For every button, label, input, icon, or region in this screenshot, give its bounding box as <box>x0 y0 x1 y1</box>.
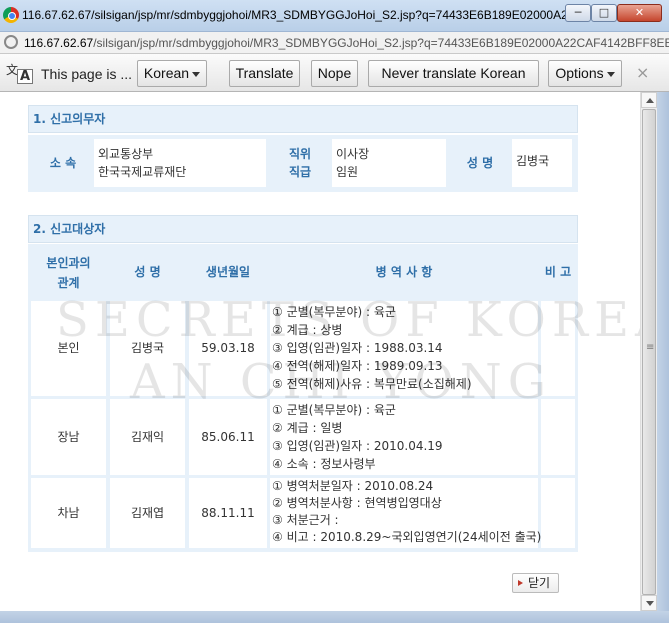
service-detail-line: ② 계급 : 일병 <box>272 421 343 435</box>
page-info-icon[interactable] <box>4 35 18 49</box>
relation-cell: 장남 <box>31 399 106 475</box>
page-content: 1. 신고의무자 소 속 외교통상부 한국국제교류재단 직위 직급 이사장 임원… <box>0 92 640 611</box>
language-dropdown[interactable]: Korean <box>137 60 207 87</box>
remarks-cell <box>541 301 575 396</box>
translate-button[interactable]: Translate <box>229 60 300 87</box>
remarks-cell <box>541 399 575 475</box>
affiliation-header: 소 속 <box>34 139 92 187</box>
subject-name-cell: 김재익 <box>110 399 185 475</box>
position-line: 이사장 <box>336 147 370 161</box>
service-detail-line: ④ 비고 : 2010.8.29~국외입영연기(24세이전 출국) <box>272 530 542 544</box>
position-header-line: 직위 <box>288 147 312 161</box>
subject-name-cell: 김병국 <box>110 301 185 396</box>
birth-date-cell: 88.11.11 <box>189 478 267 548</box>
relation-cell: 차남 <box>31 478 106 548</box>
military-service-header: 병 역 사 항 <box>270 247 538 297</box>
translate-infobar: 文A This page is ... Korean Translate Nop… <box>0 54 669 92</box>
address-bar[interactable]: 116.67.62.67/silsigan/jsp/mr/sdmbyggjoho… <box>0 32 669 54</box>
position-header-line: 직급 <box>288 165 312 179</box>
relation-header: 본인과의 관계 <box>31 247 106 297</box>
url-host: 116.67.62.67 <box>24 36 94 50</box>
service-detail-line: ① 병역처분일자 : 2010.08.24 <box>272 479 434 493</box>
close-icon[interactable]: × <box>636 63 649 82</box>
close-window-button[interactable]: ✕ <box>617 4 662 22</box>
window-frame-right <box>657 92 669 623</box>
service-detail-line: ① 군별(복무분야) : 육군 <box>272 305 396 319</box>
translate-prompt-text: This page is ... <box>41 66 133 82</box>
remarks-cell <box>541 478 575 548</box>
window-title-bar: 116.67.62.67/silsigan/jsp/mr/sdmbyggjoho… <box>0 0 669 32</box>
service-detail-line: ③ 입영(임관)일자 : 2010.04.19 <box>272 439 443 453</box>
birth-date-cell: 59.03.18 <box>189 301 267 396</box>
service-detail-line: ⑤ 전역(해제)사유 : 복무만료(소집해제) <box>272 377 472 391</box>
minimize-button[interactable]: ─ <box>565 4 591 22</box>
window-title: 116.67.62.67/silsigan/jsp/mr/sdmbyggjoho… <box>22 8 578 22</box>
url-path: /silsigan/jsp/mr/sdmbyggjohoi/MR3_SDMBYG… <box>93 36 669 50</box>
chevron-down-icon <box>606 71 615 77</box>
service-detail-line: ③ 처분근거 : <box>272 513 339 527</box>
service-detail-line: ② 계급 : 상병 <box>272 323 343 337</box>
relation-cell: 본인 <box>31 301 106 396</box>
subject-name-cell: 김재엽 <box>110 478 185 548</box>
options-dropdown[interactable]: Options <box>548 60 622 87</box>
close-button-label: 닫기 <box>528 576 551 590</box>
url-text[interactable]: 116.67.62.67/silsigan/jsp/mr/sdmbyggjoho… <box>24 36 669 50</box>
service-details-cell: ① 군별(복무분야) : 육군 ② 계급 : 일병 ③ 입영(임관)일자 : 2… <box>270 399 538 475</box>
window-frame-bottom <box>0 611 669 623</box>
scroll-up-arrow-icon[interactable] <box>641 92 657 108</box>
language-value: Korean <box>143 65 190 81</box>
service-detail-line: ④ 소속 : 정보사령부 <box>272 457 376 471</box>
affiliation-value: 외교통상부 한국국제교류재단 <box>94 139 266 187</box>
vertical-scrollbar[interactable] <box>640 92 657 611</box>
chevron-down-icon <box>192 71 201 77</box>
affiliation-line: 한국국제교류재단 <box>98 165 187 179</box>
translate-icon: 文A <box>6 63 34 85</box>
service-detail-line: ③ 입영(임관)일자 : 1988.03.14 <box>272 341 443 355</box>
affiliation-line: 외교통상부 <box>98 147 154 161</box>
arrow-right-icon <box>518 580 523 586</box>
service-detail-line: ② 병역처분사항 : 현역병입영대상 <box>272 496 442 510</box>
relation-header-line: 관계 <box>57 276 80 290</box>
position-line: 임원 <box>336 165 359 179</box>
position-value: 이사장 임원 <box>332 139 446 187</box>
service-detail-line: ① 군별(복무분야) : 육군 <box>272 403 396 417</box>
name-header: 성 명 <box>450 139 510 187</box>
section-title-subjects: 2. 신고대상자 <box>28 215 578 243</box>
remarks-header: 비 고 <box>541 247 575 297</box>
service-details-cell: ① 군별(복무분야) : 육군 ② 계급 : 상병 ③ 입영(임관)일자 : 1… <box>270 301 538 396</box>
nope-button[interactable]: Nope <box>311 60 358 87</box>
scroll-thumb[interactable] <box>642 109 656 595</box>
section-title-reporter: 1. 신고의무자 <box>28 105 578 133</box>
position-header: 직위 직급 <box>270 139 330 187</box>
subject-name-header: 성 명 <box>110 247 185 297</box>
relation-header-line: 본인과의 <box>46 256 91 270</box>
close-button[interactable]: 닫기 <box>512 573 559 593</box>
name-value: 김병국 <box>512 139 572 187</box>
options-label: Options <box>555 65 604 81</box>
service-detail-line: ④ 전역(해제)일자 : 1989.09.13 <box>272 359 443 373</box>
birth-date-cell: 85.06.11 <box>189 399 267 475</box>
birth-date-header: 생년월일 <box>189 247 267 297</box>
maximize-button[interactable]: □ <box>591 4 617 22</box>
service-details-cell: ① 병역처분일자 : 2010.08.24 ② 병역처분사항 : 현역병입영대상… <box>270 478 542 548</box>
scroll-down-arrow-icon[interactable] <box>641 595 657 611</box>
never-translate-button[interactable]: Never translate Korean <box>368 60 539 87</box>
browser-logo-icon <box>3 7 19 23</box>
